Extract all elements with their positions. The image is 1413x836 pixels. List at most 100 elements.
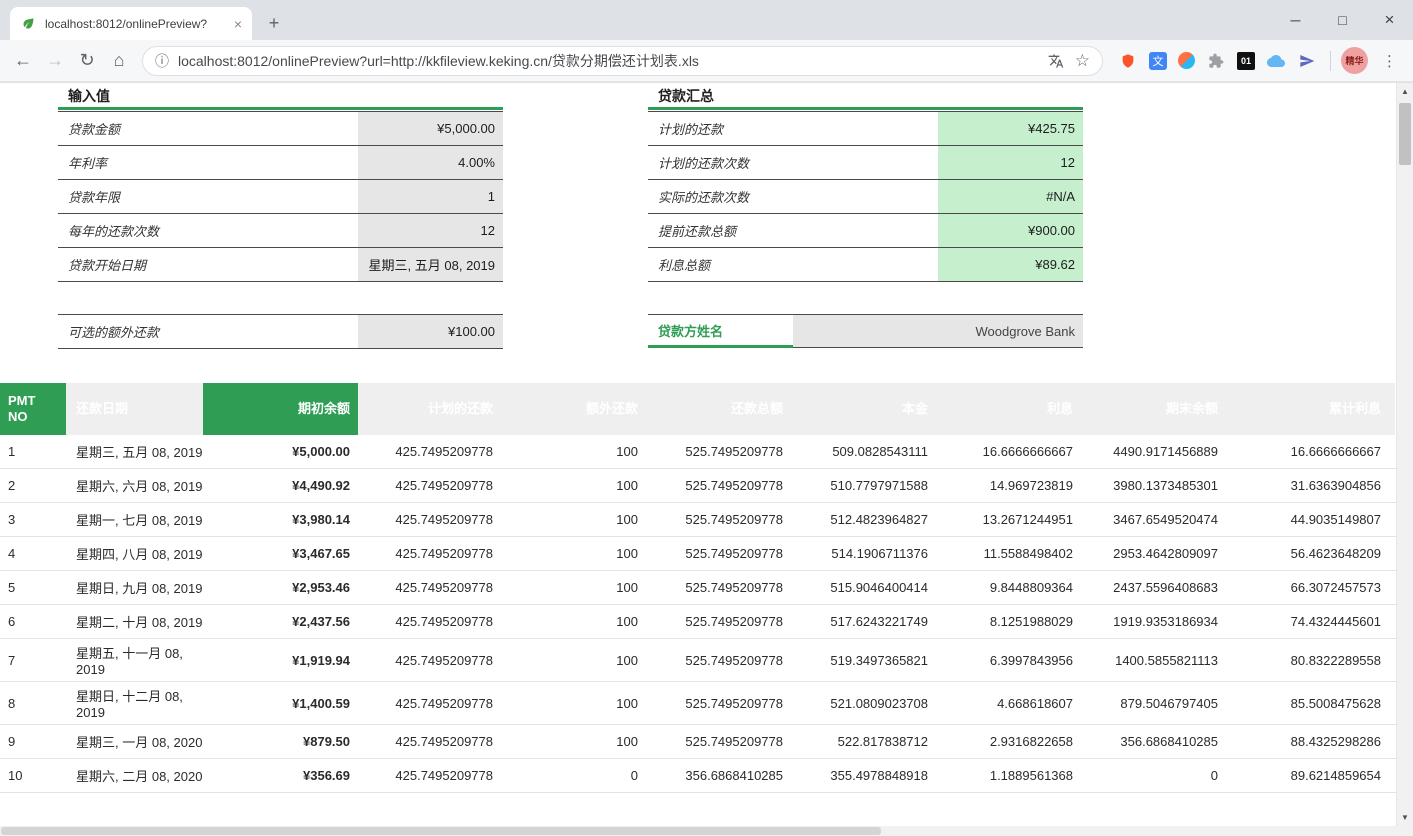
schedule-cell: 0 bbox=[503, 759, 648, 792]
schedule-row: 1星期三, 五月 08, 2019¥5,000.00425.7495209778… bbox=[0, 435, 1396, 469]
schedule-cell: 510.7797971588 bbox=[793, 469, 938, 502]
schedule-cell: ¥3,467.65 bbox=[203, 537, 358, 570]
field-value: 星期三, 五月 08, 2019 bbox=[358, 248, 503, 281]
bookmark-star-icon[interactable]: ☆ bbox=[1075, 51, 1090, 71]
cloud-extension-icon[interactable] bbox=[1266, 51, 1286, 71]
schedule-header-cell: 累计利息 bbox=[1228, 383, 1395, 435]
horizontal-scrollbar[interactable] bbox=[0, 826, 1396, 836]
schedule-cell: 1.1889561368 bbox=[938, 759, 1083, 792]
puzzle-extension-icon[interactable] bbox=[1206, 51, 1226, 71]
schedule-cell: 100 bbox=[503, 605, 648, 638]
tab-title: localhost:8012/onlinePreview? bbox=[45, 17, 225, 31]
scroll-down-icon[interactable]: ▼ bbox=[1397, 809, 1413, 826]
ball-extension-icon[interactable] bbox=[1178, 52, 1195, 69]
shield-extension-icon[interactable] bbox=[1118, 51, 1138, 71]
bird-extension-icon[interactable] bbox=[1297, 51, 1317, 71]
maximize-button[interactable]: □ bbox=[1319, 0, 1366, 40]
schedule-cell: 2 bbox=[0, 469, 66, 502]
translate-extension-icon[interactable]: 文 bbox=[1149, 52, 1167, 70]
field-value: ¥900.00 bbox=[938, 214, 1083, 247]
schedule-cell: 4490.9171456889 bbox=[1083, 435, 1228, 468]
field-label: 年利率 bbox=[58, 146, 358, 179]
toolbar-divider bbox=[1330, 51, 1331, 71]
schedule-cell: 425.7495209778 bbox=[358, 605, 503, 638]
schedule-cell: 星期日, 十二月 08, 2019 bbox=[66, 682, 203, 724]
extra-payment-table: 可选的额外还款 ¥100.00 bbox=[58, 314, 503, 349]
schedule-cell: 517.6243221749 bbox=[793, 605, 938, 638]
kv-row: 每年的还款次数12 bbox=[58, 214, 503, 248]
schedule-cell: 14.969723819 bbox=[938, 469, 1083, 502]
badge-01-extension-icon[interactable]: 01 bbox=[1237, 52, 1255, 70]
schedule-row: 4星期四, 八月 08, 2019¥3,467.65425.7495209778… bbox=[0, 537, 1396, 571]
kv-row: 可选的额外还款 ¥100.00 bbox=[58, 315, 503, 349]
forward-button[interactable]: → bbox=[40, 46, 70, 76]
schedule-cell: 525.7495209778 bbox=[648, 682, 793, 724]
schedule-cell: 5 bbox=[0, 571, 66, 604]
schedule-cell: 512.4823964827 bbox=[793, 503, 938, 536]
kv-row: 贷款年限1 bbox=[58, 180, 503, 214]
home-button[interactable]: ⌂ bbox=[104, 46, 134, 76]
schedule-cell: 525.7495209778 bbox=[648, 537, 793, 570]
schedule-cell: ¥2,953.46 bbox=[203, 571, 358, 604]
input-section-title: 输入值 bbox=[58, 85, 503, 110]
schedule-cell: 521.0809023708 bbox=[793, 682, 938, 724]
schedule-cell: 356.6868410285 bbox=[648, 759, 793, 792]
field-label: 贷款年限 bbox=[58, 180, 358, 213]
schedule-cell: 100 bbox=[503, 537, 648, 570]
leaf-favicon-icon bbox=[18, 14, 38, 34]
page-info-icon[interactable]: ⓘ bbox=[155, 51, 169, 71]
schedule-cell: 66.3072457573 bbox=[1228, 571, 1395, 604]
schedule-row: 10星期六, 二月 08, 2020¥356.69425.74952097780… bbox=[0, 759, 1396, 793]
schedule-cell: 879.5046797405 bbox=[1083, 682, 1228, 724]
vertical-scrollbar[interactable]: ▲ ▼ bbox=[1396, 83, 1413, 826]
schedule-cell: 425.7495209778 bbox=[358, 759, 503, 792]
browser-titlebar: localhost:8012/onlinePreview? × + ─ □ × bbox=[0, 0, 1413, 40]
address-bar[interactable]: ⓘ localhost:8012/onlinePreview?url=http:… bbox=[142, 46, 1103, 76]
schedule-cell: 3 bbox=[0, 503, 66, 536]
schedule-cell: 星期三, 五月 08, 2019 bbox=[66, 435, 203, 468]
horizontal-scrollbar-thumb[interactable] bbox=[1, 827, 881, 835]
schedule-cell: ¥2,437.56 bbox=[203, 605, 358, 638]
browser-tab[interactable]: localhost:8012/onlinePreview? × bbox=[10, 7, 252, 40]
schedule-header-cell: 额外还款 bbox=[503, 383, 648, 435]
field-value: 12 bbox=[358, 214, 503, 247]
scroll-up-icon[interactable]: ▲ bbox=[1397, 83, 1413, 100]
back-button[interactable]: ← bbox=[8, 46, 38, 76]
field-label: 利息总额 bbox=[648, 248, 938, 281]
kv-row: 贷款金额¥5,000.00 bbox=[58, 112, 503, 146]
schedule-cell: 16.6666666667 bbox=[1228, 435, 1395, 468]
schedule-cell: 85.5008475628 bbox=[1228, 682, 1395, 724]
schedule-cell: 2437.5596408683 bbox=[1083, 571, 1228, 604]
lender-name-label: 贷款方姓名 bbox=[648, 315, 793, 348]
tab-close-icon[interactable]: × bbox=[232, 15, 244, 33]
browser-menu-icon[interactable]: ⋮ bbox=[1374, 52, 1405, 70]
schedule-cell: 525.7495209778 bbox=[648, 605, 793, 638]
schedule-cell: 515.9046400414 bbox=[793, 571, 938, 604]
loan-summary-table: 计划的还款¥425.75计划的还款次数12实际的还款次数#N/A提前还款总额¥9… bbox=[648, 111, 1083, 282]
schedule-cell: 519.3497365821 bbox=[793, 639, 938, 681]
schedule-cell: 13.2671244951 bbox=[938, 503, 1083, 536]
vertical-scrollbar-thumb[interactable] bbox=[1399, 103, 1411, 165]
schedule-row: 3星期一, 七月 08, 2019¥3,980.14425.7495209778… bbox=[0, 503, 1396, 537]
schedule-header-cell: 期初余额 bbox=[203, 383, 358, 435]
schedule-cell: 100 bbox=[503, 571, 648, 604]
reload-button[interactable]: ↻ bbox=[72, 46, 102, 76]
schedule-row: 8星期日, 十二月 08, 2019¥1,400.59425.749520977… bbox=[0, 682, 1396, 725]
profile-avatar[interactable]: 精华 bbox=[1341, 47, 1368, 74]
schedule-cell: 8 bbox=[0, 682, 66, 724]
kv-row: 实际的还款次数#N/A bbox=[648, 180, 1083, 214]
field-value: 1 bbox=[358, 180, 503, 213]
minimize-button[interactable]: ─ bbox=[1272, 0, 1319, 40]
schedule-cell: 6.3997843956 bbox=[938, 639, 1083, 681]
new-tab-button[interactable]: + bbox=[262, 11, 286, 35]
window-controls: ─ □ × bbox=[1272, 0, 1413, 40]
schedule-header-cell: 还款总额 bbox=[648, 383, 793, 435]
input-values-table: 贷款金额¥5,000.00年利率4.00%贷款年限1每年的还款次数12贷款开始日… bbox=[58, 111, 503, 282]
schedule-header-cell: 计划的还款 bbox=[358, 383, 503, 435]
translate-icon[interactable] bbox=[1046, 51, 1066, 71]
schedule-cell: 4 bbox=[0, 537, 66, 570]
schedule-cell: 11.5588498402 bbox=[938, 537, 1083, 570]
schedule-row: 7星期五, 十一月 08, 2019¥1,919.94425.749520977… bbox=[0, 639, 1396, 682]
schedule-cell: 3467.6549520474 bbox=[1083, 503, 1228, 536]
close-button[interactable]: × bbox=[1366, 0, 1413, 40]
